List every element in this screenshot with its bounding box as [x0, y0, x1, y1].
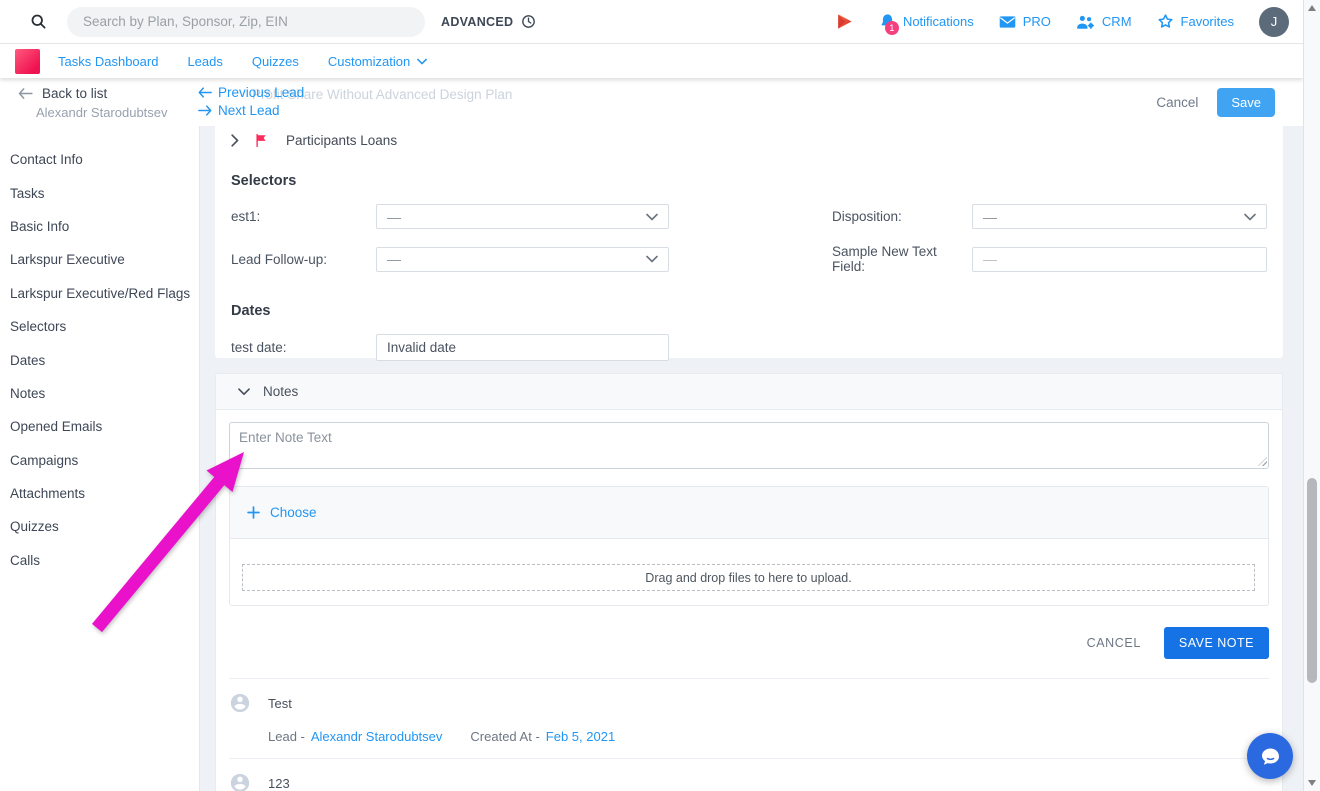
save-button[interactable]: Save	[1217, 88, 1275, 117]
lead-header: Back to list Alexandr Starodubtsev Profi…	[0, 78, 1303, 126]
previous-lead-button[interactable]: Previous Lead	[198, 85, 304, 100]
play-icon[interactable]	[835, 12, 854, 31]
chevron-down-icon	[646, 213, 658, 221]
file-dropzone[interactable]: Drag and drop files to here to upload.	[242, 564, 1255, 591]
note-author-avatar-icon	[229, 772, 251, 791]
est1-label: est1:	[231, 209, 376, 224]
flag-icon	[254, 133, 269, 148]
nav-customization[interactable]: Customization	[328, 54, 427, 69]
clock-icon[interactable]	[521, 14, 536, 29]
sidebar-item-basic-info[interactable]: Basic Info	[0, 210, 199, 243]
note-text-input[interactable]	[229, 422, 1269, 469]
note-lead-label: Lead -	[268, 729, 305, 744]
advanced-search-button[interactable]: ADVANCED	[441, 14, 536, 29]
notes-card: Notes Choose	[215, 373, 1283, 791]
lead-name: Alexandr Starodubtsev	[36, 105, 168, 120]
search-input[interactable]	[67, 7, 425, 37]
notifications-button[interactable]: 1 Notifications	[879, 13, 974, 30]
search-icon[interactable]	[30, 13, 47, 30]
disposition-label: Disposition:	[832, 209, 972, 224]
content-area: Contact Info Tasks Basic Info Larkspur E…	[0, 126, 1303, 791]
plus-icon	[247, 506, 260, 519]
pro-button[interactable]: PRO	[999, 14, 1051, 29]
chat-bubble-icon	[1258, 744, 1283, 769]
nav-leads[interactable]: Leads	[187, 54, 222, 69]
note-text: 123	[268, 776, 290, 791]
participants-loans-section-toggle[interactable]: Participants Loans	[231, 126, 1267, 148]
sample-new-text-field-label: Sample New Text Field:	[832, 244, 972, 274]
note-created-date-link[interactable]: Feb 5, 2021	[546, 729, 615, 744]
chevron-down-icon	[417, 58, 427, 65]
notes-section-toggle[interactable]: Notes	[216, 374, 1282, 410]
nav-quizzes[interactable]: Quizzes	[252, 54, 299, 69]
chevron-down-icon	[238, 388, 250, 396]
advanced-label: ADVANCED	[441, 15, 513, 29]
note-created-label: Created At -	[470, 729, 539, 744]
back-to-list-button[interactable]: Back to list	[18, 86, 107, 101]
top-bar: ADVANCED 1 Notifications PRO	[0, 0, 1303, 44]
user-avatar[interactable]: J	[1259, 7, 1289, 37]
chevron-right-icon	[231, 134, 239, 147]
sidebar-item-opened-emails[interactable]: Opened Emails	[0, 410, 199, 443]
chevron-down-icon	[1244, 213, 1256, 221]
page-scrollbar[interactable]	[1303, 0, 1320, 791]
next-arrow-icon	[198, 105, 212, 116]
test-date-input[interactable]	[376, 334, 669, 361]
chevron-down-icon	[646, 255, 658, 263]
sidebar-item-dates[interactable]: Dates	[0, 343, 199, 376]
scrollbar-down-arrow[interactable]	[1308, 780, 1316, 786]
back-arrow-icon	[18, 88, 33, 99]
note-lead-link[interactable]: Alexandr Starodubtsev	[311, 729, 443, 744]
cancel-button[interactable]: Cancel	[1156, 95, 1198, 110]
note-item: 123	[229, 758, 1269, 791]
file-upload-widget: Choose Drag and drop files to here to up…	[229, 486, 1269, 606]
sample-new-text-field-input[interactable]: —	[972, 247, 1267, 272]
participants-loans-label: Participants Loans	[286, 133, 397, 148]
notification-badge: 1	[885, 21, 899, 35]
sidebar-item-notes[interactable]: Notes	[0, 377, 199, 410]
prev-arrow-icon	[198, 87, 212, 98]
scrollbar-up-arrow[interactable]	[1308, 5, 1316, 11]
selectors-heading: Selectors	[231, 173, 1267, 189]
crm-people-icon	[1076, 14, 1095, 30]
note-item: Test Lead - Alexandr Starodubtsev Create…	[229, 678, 1269, 758]
bell-icon: 1	[879, 13, 896, 30]
sidebar-item-larkspur-executive[interactable]: Larkspur Executive	[0, 243, 199, 276]
test-date-label: test date:	[231, 340, 376, 355]
sidebar-item-larkspur-executive-red-flags[interactable]: Larkspur Executive/Red Flags	[0, 277, 199, 310]
sidebar-item-contact-info[interactable]: Contact Info	[0, 143, 199, 176]
notes-list: Test Lead - Alexandr Starodubtsev Create…	[229, 678, 1269, 791]
dates-heading: Dates	[231, 303, 1267, 319]
note-text: Test	[268, 696, 292, 711]
note-author-avatar-icon	[229, 692, 251, 714]
topbar-actions: 1 Notifications PRO CRM Favorites J	[835, 7, 1303, 37]
nav-bar: Tasks Dashboard Leads Quizzes Customizat…	[0, 44, 1303, 78]
sidebar-item-quizzes[interactable]: Quizzes	[0, 510, 199, 543]
lead-follow-up-label: Lead Follow-up:	[231, 252, 376, 267]
sidebar-item-tasks[interactable]: Tasks	[0, 176, 199, 209]
disposition-select[interactable]: —	[972, 204, 1267, 229]
nav-tasks-dashboard[interactable]: Tasks Dashboard	[58, 54, 158, 69]
crm-button[interactable]: CRM	[1076, 14, 1132, 30]
star-icon	[1157, 13, 1174, 30]
cancel-note-button[interactable]: CANCEL	[1087, 636, 1141, 650]
chat-launcher-button[interactable]	[1247, 733, 1293, 779]
lead-follow-up-select[interactable]: —	[376, 247, 669, 272]
fields-card: Participants Loans Selectors est1: — Dis…	[215, 126, 1283, 358]
favorites-button[interactable]: Favorites	[1157, 13, 1234, 30]
sidebar-item-selectors[interactable]: Selectors	[0, 310, 199, 343]
choose-file-button[interactable]: Choose	[247, 505, 317, 520]
notes-heading: Notes	[263, 384, 298, 399]
save-note-button[interactable]: SAVE NOTE	[1164, 627, 1269, 659]
est1-select[interactable]: —	[376, 204, 669, 229]
app-logo[interactable]	[15, 49, 40, 74]
envelope-icon	[999, 15, 1016, 29]
next-lead-button[interactable]: Next Lead	[198, 103, 280, 118]
scrollbar-thumb[interactable]	[1307, 478, 1317, 683]
sidebar-item-calls[interactable]: Calls	[0, 544, 199, 577]
sidebar-item-campaigns[interactable]: Campaigns	[0, 444, 199, 477]
main-panel: Participants Loans Selectors est1: — Dis…	[201, 126, 1303, 791]
sidebar-item-attachments[interactable]: Attachments	[0, 477, 199, 510]
section-sidebar: Contact Info Tasks Basic Info Larkspur E…	[0, 126, 200, 791]
